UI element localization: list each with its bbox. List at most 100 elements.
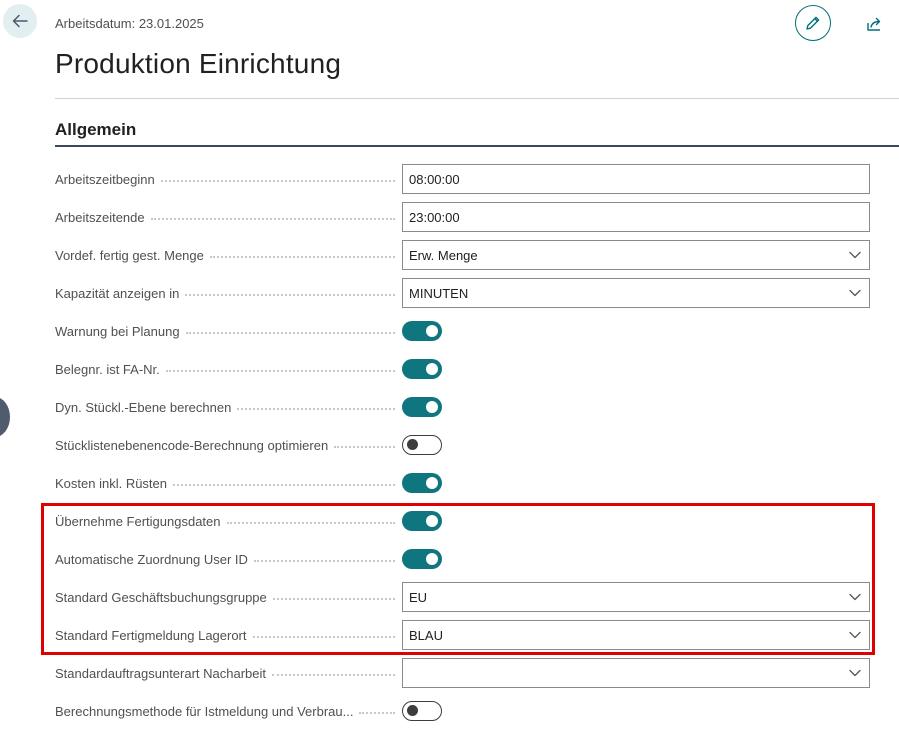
field-label: Stücklistenebenencode-Berechnung optimie… xyxy=(55,430,395,460)
field-label: Arbeitszeitende xyxy=(55,202,395,232)
field-label: Kapazität anzeigen in xyxy=(55,278,395,308)
dotted-leader xyxy=(185,331,395,334)
field-row: Standardauftragsunterart Nacharbeit xyxy=(55,658,870,688)
field-row: Dyn. Stückl.-Ebene berechnen xyxy=(55,392,870,422)
dotted-leader xyxy=(252,635,395,638)
field-label-text: Belegnr. ist FA-Nr. xyxy=(55,361,166,377)
dotted-leader xyxy=(272,673,395,676)
text-field[interactable]: 23:00:00 xyxy=(402,202,870,232)
toggle-knob xyxy=(426,401,438,413)
field-label-text: Arbeitszeitbeginn xyxy=(55,171,161,187)
title-divider xyxy=(55,98,899,99)
field-label-text: Übernehme Fertigungsdaten xyxy=(55,513,227,529)
field-row: Übernehme Fertigungsdaten xyxy=(55,506,870,536)
dotted-leader xyxy=(253,559,395,562)
field-row: Vordef. fertig gest. Menge Erw. Menge xyxy=(55,240,870,270)
field-row: Arbeitszeitende 23:00:00 xyxy=(55,202,870,232)
field-row: Kapazität anzeigen in MINUTEN xyxy=(55,278,870,308)
dotted-leader xyxy=(226,521,395,524)
toggle-knob xyxy=(407,439,418,450)
field-label: Standard Fertigmeldung Lagerort xyxy=(55,620,395,650)
toggle-switch-on[interactable] xyxy=(402,359,442,379)
field-label: Vordef. fertig gest. Menge xyxy=(55,240,395,270)
page-title: Produktion Einrichtung xyxy=(55,48,342,79)
field-row: Warnung bei Planung xyxy=(55,316,870,346)
dropdown-field[interactable] xyxy=(402,658,870,688)
field-label-text: Kosten inkl. Rüsten xyxy=(55,475,174,491)
toggle-knob xyxy=(407,705,418,716)
dropdown-field[interactable]: MINUTEN xyxy=(402,278,870,308)
toggle-switch-off[interactable] xyxy=(402,701,442,721)
field-label-text: Standard Fertigmeldung Lagerort xyxy=(55,627,253,643)
field-label: Übernehme Fertigungsdaten xyxy=(55,506,395,536)
chevron-down-icon xyxy=(847,285,863,301)
section-title: Allgemein xyxy=(55,120,137,139)
field-row: Automatische Zuordnung User ID xyxy=(55,544,870,574)
dropdown-value: Erw. Menge xyxy=(409,247,478,263)
toggle-switch-on[interactable] xyxy=(402,511,442,531)
field-label: Belegnr. ist FA-Nr. xyxy=(55,354,395,384)
field-label: Standardauftragsunterart Nacharbeit xyxy=(55,658,395,688)
chevron-down-icon xyxy=(847,627,863,643)
dotted-leader xyxy=(160,179,395,182)
toggle-knob xyxy=(426,553,438,565)
field-label-text: Arbeitszeitende xyxy=(55,209,151,225)
field-label-text: Standard Geschäftsbuchungsgruppe xyxy=(55,589,273,605)
dropdown-field[interactable]: EU xyxy=(402,582,870,612)
field-label: Automatische Zuordnung User ID xyxy=(55,544,395,574)
field-row: Standard Geschäftsbuchungsgruppe EU xyxy=(55,582,870,612)
field-label: Arbeitszeitbeginn xyxy=(55,164,395,194)
back-button[interactable] xyxy=(3,4,37,38)
dropdown-value: EU xyxy=(409,589,428,605)
dotted-leader xyxy=(209,255,395,258)
dotted-leader xyxy=(272,597,395,600)
chevron-down-icon xyxy=(847,665,863,681)
dotted-leader xyxy=(237,407,395,410)
dotted-leader xyxy=(165,369,395,372)
toggle-knob xyxy=(426,363,438,375)
field-label-text: Warnung bei Planung xyxy=(55,323,186,339)
field-label: Berechnungsmethode für Istmeldung und Ve… xyxy=(55,696,395,726)
field-label-text: Dyn. Stückl.-Ebene berechnen xyxy=(55,399,238,415)
field-row: Kosten inkl. Rüsten xyxy=(55,468,870,498)
dotted-leader xyxy=(150,217,395,220)
field-row: Arbeitszeitbeginn 08:00:00 xyxy=(55,164,870,194)
field-label-text: Berechnungsmethode für Istmeldung und Ve… xyxy=(55,703,360,719)
field-label: Warnung bei Planung xyxy=(55,316,395,346)
field-label: Standard Geschäftsbuchungsgruppe xyxy=(55,582,395,612)
toggle-knob xyxy=(426,477,438,489)
side-panel-handle[interactable] xyxy=(0,397,10,437)
share-icon xyxy=(867,17,881,31)
section-divider xyxy=(55,145,899,147)
dropdown-field[interactable]: BLAU xyxy=(402,620,870,650)
field-label-text: Kapazität anzeigen in xyxy=(55,285,186,301)
toggle-switch-on[interactable] xyxy=(402,321,442,341)
field-label-text: Standardauftragsunterart Nacharbeit xyxy=(55,665,273,681)
dotted-leader xyxy=(359,711,395,714)
edit-button[interactable] xyxy=(795,5,831,41)
field-label: Dyn. Stückl.-Ebene berechnen xyxy=(55,392,395,422)
dropdown-value: BLAU xyxy=(409,627,443,643)
field-row: Belegnr. ist FA-Nr. xyxy=(55,354,870,384)
toggle-switch-off[interactable] xyxy=(402,435,442,455)
field-row: Berechnungsmethode für Istmeldung und Ve… xyxy=(55,696,870,726)
toggle-switch-on[interactable] xyxy=(402,549,442,569)
field-label-text: Stücklistenebenencode-Berechnung optimie… xyxy=(55,437,335,453)
dotted-leader xyxy=(173,483,395,486)
work-date: Arbeitsdatum: 23.01.2025 xyxy=(55,16,204,31)
field-label-text: Vordef. fertig gest. Menge xyxy=(55,247,210,263)
share-button[interactable] xyxy=(864,13,886,35)
toggle-switch-on[interactable] xyxy=(402,473,442,493)
chevron-down-icon xyxy=(847,589,863,605)
pencil-icon xyxy=(806,16,820,30)
dropdown-field[interactable]: Erw. Menge xyxy=(402,240,870,270)
chevron-down-icon xyxy=(847,247,863,263)
toggle-switch-on[interactable] xyxy=(402,397,442,417)
toggle-knob xyxy=(426,515,438,527)
dotted-leader xyxy=(185,293,395,296)
dropdown-value: MINUTEN xyxy=(409,285,469,301)
text-field[interactable]: 08:00:00 xyxy=(402,164,870,194)
field-row: Stücklistenebenencode-Berechnung optimie… xyxy=(55,430,870,460)
arrow-left-icon xyxy=(12,14,28,28)
toggle-knob xyxy=(426,325,438,337)
